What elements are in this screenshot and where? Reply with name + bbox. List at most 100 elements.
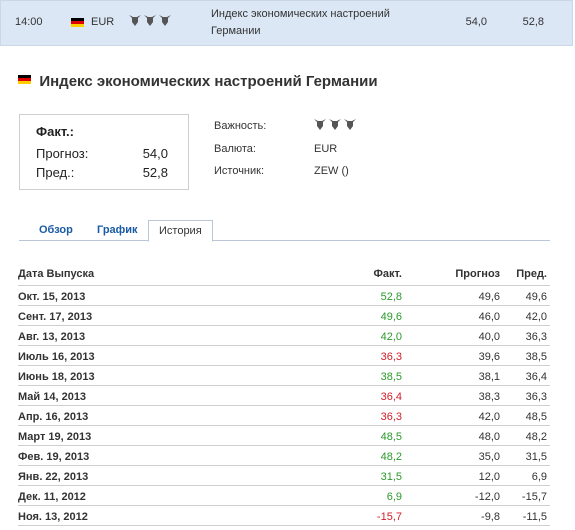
table-row: Июль 16, 2013 36,3 39,6 38,5: [18, 346, 550, 366]
actual-cell: 6,9: [386, 491, 402, 503]
previous-label: Пред.:: [36, 165, 75, 180]
actual-cell: -15,7: [376, 511, 402, 523]
forecast-cell: 42,0: [478, 411, 500, 423]
table-row: Янв. 22, 2013 31,5 12,0 6,9: [18, 466, 550, 486]
previous-value: 52,8: [142, 165, 168, 180]
previous-cell: -11,5: [522, 511, 547, 523]
previous-cell: 6,9: [531, 471, 547, 483]
actual-cell: 38,5: [380, 371, 402, 383]
forecast-cell: 38,3: [478, 391, 500, 403]
date-cell: Июль 16, 2013: [18, 351, 95, 363]
source-label: Источник:: [214, 165, 265, 177]
date-cell: Июнь 18, 2013: [18, 371, 95, 383]
previous-cell: 36,3: [525, 391, 547, 403]
actual-cell: 48,5: [380, 431, 402, 443]
currency-label: Валюта:: [214, 143, 256, 155]
actual-cell: 36,3: [380, 411, 402, 423]
date-cell: Фев. 19, 2013: [18, 451, 90, 463]
forecast-cell: -9,8: [481, 511, 500, 523]
actual-cell: 52,8: [380, 291, 402, 303]
table-row: Ноя. 13, 2012 -15,7 -9,8 -11,5: [18, 506, 550, 526]
event-previous: 52,8: [522, 16, 544, 28]
importance-rating: [129, 14, 171, 26]
date-cell: Авг. 13, 2013: [18, 331, 86, 343]
forecast-cell: 49,6: [478, 291, 500, 303]
date-cell: Янв. 22, 2013: [18, 471, 89, 483]
currency-value: EUR: [314, 143, 338, 155]
header-forecast: Прогноз: [455, 268, 500, 280]
date-cell: Май 14, 2013: [18, 391, 87, 403]
table-row: Март 19, 2013 48,5 48,0 48,2: [18, 426, 550, 446]
forecast-value: 54,0: [142, 146, 168, 161]
previous-cell: 42,0: [525, 311, 547, 323]
actual-cell: 42,0: [380, 331, 402, 343]
forecast-cell: 38,1: [478, 371, 500, 383]
bull-icon: [144, 15, 156, 26]
bull-icon: [314, 119, 326, 130]
source-value[interactable]: ZEW (): [314, 165, 349, 177]
event-currency: EUR: [91, 16, 115, 28]
bull-icon: [159, 15, 171, 26]
header-previous: Пред.: [516, 268, 547, 280]
date-cell: Ноя. 13, 2012: [18, 511, 88, 523]
previous-cell: 49,6: [525, 291, 547, 303]
actual-cell: 31,5: [380, 471, 402, 483]
table-row: Апр. 16, 2013 36,3 42,0 48,5: [18, 406, 550, 426]
tab-overview[interactable]: Обзор: [39, 220, 73, 241]
table-row: Сент. 17, 2013 49,6 46,0 42,0: [18, 306, 550, 326]
bull-icon: [129, 15, 141, 26]
header-actual: Факт.: [373, 268, 403, 280]
event-actual: 54,0: [465, 16, 487, 28]
tab-bar: Обзор График История: [19, 220, 550, 242]
forecast-cell: -12,0: [474, 491, 500, 503]
previous-cell: 48,2: [525, 431, 547, 443]
tab-chart[interactable]: График: [97, 220, 138, 241]
table-header: Дата Выпуска Факт. Прогноз Пред.: [18, 262, 550, 286]
event-title-block: Индекс экономических настроений Германии: [18, 73, 378, 90]
germany-flag-icon: [18, 75, 31, 84]
table-row: Май 14, 2013 36,4 38,3 36,3: [18, 386, 550, 406]
importance-label: Важность:: [214, 120, 267, 132]
germany-flag-icon: [71, 18, 84, 27]
fact-label: Факт.:: [36, 124, 74, 139]
actual-cell: 36,3: [380, 351, 402, 363]
previous-cell: 36,4: [525, 371, 547, 383]
forecast-cell: 39,6: [478, 351, 500, 363]
forecast-label: Прогноз:: [36, 146, 89, 161]
tab-history[interactable]: История: [148, 220, 213, 242]
actual-cell: 36,4: [380, 391, 402, 403]
actual-cell: 49,6: [380, 311, 402, 323]
table-row: Авг. 13, 2013 42,0 40,0 36,3: [18, 326, 550, 346]
page-title: Индекс экономических настроений Германии: [39, 73, 378, 90]
table-body: Окт. 15, 2013 52,8 49,6 49,6 Сент. 17, 2013 4…: [18, 286, 550, 526]
bull-icon: [344, 119, 356, 130]
event-time: 14:00: [15, 16, 43, 28]
date-cell: Окт. 15, 2013: [18, 291, 86, 303]
previous-cell: 48,5: [525, 411, 547, 423]
forecast-cell: 46,0: [478, 311, 500, 323]
table-row: Дек. 11, 2012 6,9 -12,0 -15,7: [18, 486, 550, 506]
header-date: Дата Выпуска: [18, 268, 95, 280]
forecast-cell: 35,0: [478, 451, 500, 463]
bull-icon: [329, 119, 341, 130]
forecast-cell: 48,0: [478, 431, 500, 443]
previous-cell: 38,5: [525, 351, 547, 363]
previous-cell: 36,3: [525, 331, 547, 343]
fact-box: Факт.: Прогноз: 54,0 Пред.: 52,8: [19, 114, 189, 190]
date-cell: Апр. 16, 2013: [18, 411, 89, 423]
table-row: Фев. 19, 2013 48,2 35,0 31,5: [18, 446, 550, 466]
date-cell: Сент. 17, 2013: [18, 311, 93, 323]
event-name: Индекс экономических настроений Германии: [211, 8, 390, 37]
forecast-cell: 40,0: [478, 331, 500, 343]
date-cell: Март 19, 2013: [18, 431, 92, 443]
history-table: Дата Выпуска Факт. Прогноз Пред. Окт. 15…: [18, 262, 550, 526]
table-row: Июнь 18, 2013 38,5 38,1 36,4: [18, 366, 550, 386]
importance-rating: [314, 118, 356, 130]
forecast-cell: 12,0: [478, 471, 500, 483]
table-row: Окт. 15, 2013 52,8 49,6 49,6: [18, 286, 550, 306]
event-row[interactable]: 14:00 EUR Индекс экономических настроени…: [0, 0, 573, 46]
actual-cell: 48,2: [380, 451, 402, 463]
date-cell: Дек. 11, 2012: [18, 491, 86, 503]
previous-cell: 31,5: [525, 451, 547, 463]
previous-cell: -15,7: [521, 491, 547, 503]
